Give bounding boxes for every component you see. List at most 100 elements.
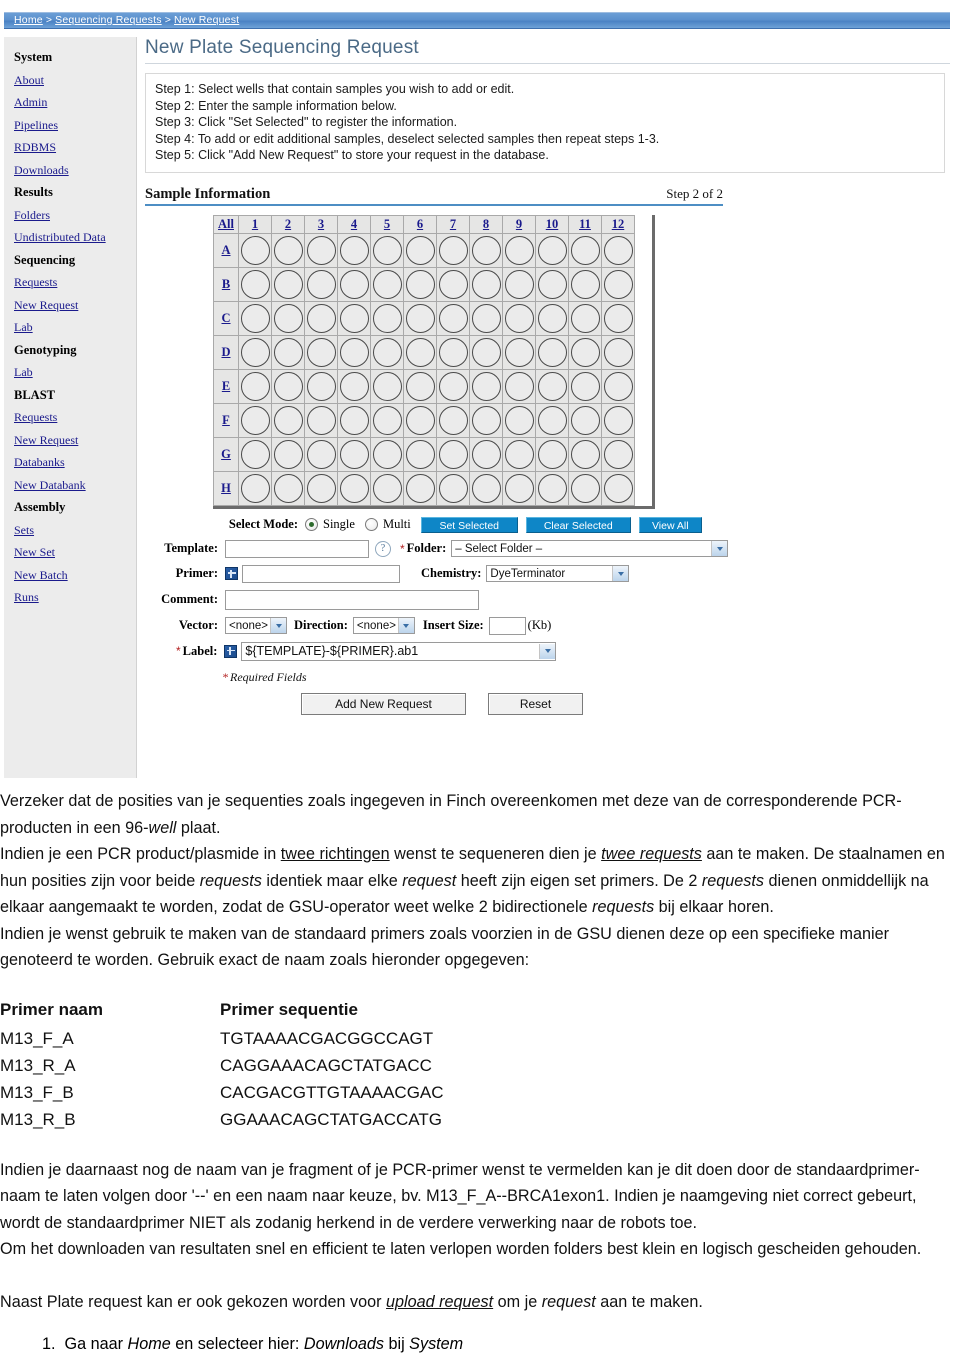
plate-col-header-8[interactable]: 8 <box>469 214 503 234</box>
plate-col-header-9[interactable]: 9 <box>502 214 536 234</box>
well-circle-icon[interactable] <box>504 337 534 367</box>
well-circle-icon[interactable] <box>438 405 468 435</box>
well-circle-icon[interactable] <box>372 235 402 265</box>
plate-col-header-5[interactable]: 5 <box>370 214 404 234</box>
direction-select[interactable]: <none> <box>352 617 415 635</box>
plate-well-H5[interactable] <box>370 470 404 506</box>
plate-well-A7[interactable] <box>436 232 470 268</box>
well-circle-icon[interactable] <box>471 337 501 367</box>
well-circle-icon[interactable] <box>471 439 501 469</box>
sidebar-item-rdbms[interactable]: RDBMS <box>14 136 136 159</box>
well-circle-icon[interactable] <box>438 337 468 367</box>
sidebar-item-sets[interactable]: Sets <box>14 519 136 542</box>
plate-well-A3[interactable] <box>304 232 338 268</box>
vector-select[interactable]: <none> <box>225 617 287 635</box>
plate-col-header-10[interactable]: 10 <box>535 214 569 234</box>
plate-row-label[interactable]: F <box>222 413 230 427</box>
plate-well-C3[interactable] <box>304 300 338 336</box>
plate-col-header-6[interactable]: 6 <box>403 214 437 234</box>
plate-well-C4[interactable] <box>337 300 371 336</box>
well-circle-icon[interactable] <box>504 303 534 333</box>
plate-well-A11[interactable] <box>568 232 602 268</box>
plate-row-header-G[interactable]: G <box>213 436 239 472</box>
chevron-down-icon[interactable] <box>612 566 629 582</box>
sidebar-item-blast-requests[interactable]: Requests <box>14 406 136 429</box>
plate-row-header-F[interactable]: F <box>213 402 239 438</box>
well-circle-icon[interactable] <box>537 269 567 299</box>
plate-well-F6[interactable] <box>403 402 437 438</box>
sidebar-item-sequencing-new-request[interactable]: New Request <box>14 294 136 317</box>
well-circle-icon[interactable] <box>405 235 435 265</box>
plate-row-header-A[interactable]: A <box>213 232 239 268</box>
reset-button[interactable]: Reset <box>488 692 583 715</box>
plate-well-F3[interactable] <box>304 402 338 438</box>
well-circle-icon[interactable] <box>306 235 336 265</box>
plate-well-E8[interactable] <box>469 368 503 404</box>
help-icon[interactable]: ? <box>375 540 391 557</box>
well-circle-icon[interactable] <box>603 371 633 401</box>
well-circle-icon[interactable] <box>273 303 303 333</box>
plate-well-E2[interactable] <box>271 368 305 404</box>
plate-well-G10[interactable] <box>535 436 569 472</box>
plate-well-D1[interactable] <box>238 334 272 370</box>
plate-well-F1[interactable] <box>238 402 272 438</box>
plate-well-B4[interactable] <box>337 266 371 302</box>
plate-well-G11[interactable] <box>568 436 602 472</box>
well-circle-icon[interactable] <box>273 269 303 299</box>
plate-row-label[interactable]: G <box>221 447 231 461</box>
plate-well-F4[interactable] <box>337 402 371 438</box>
well-circle-icon[interactable] <box>405 337 435 367</box>
comment-input[interactable] <box>225 589 479 610</box>
plate-well-E7[interactable] <box>436 368 470 404</box>
plate-col-label[interactable]: 4 <box>351 217 357 231</box>
well-circle-icon[interactable] <box>570 303 600 333</box>
plate-row-header-E[interactable]: E <box>213 368 239 404</box>
plate-col-header-3[interactable]: 3 <box>304 214 338 234</box>
plate-row-label[interactable]: D <box>221 345 230 359</box>
well-circle-icon[interactable] <box>306 371 336 401</box>
plate-well-D5[interactable] <box>370 334 404 370</box>
well-circle-icon[interactable] <box>438 235 468 265</box>
well-circle-icon[interactable] <box>471 473 501 503</box>
chevron-down-icon[interactable] <box>397 618 414 634</box>
plate-well-A9[interactable] <box>502 232 536 268</box>
plate-well-D4[interactable] <box>337 334 371 370</box>
plate-col-label[interactable]: 7 <box>450 217 456 231</box>
plate-well-E3[interactable] <box>304 368 338 404</box>
plate-well-H10[interactable] <box>535 470 569 506</box>
well-circle-icon[interactable] <box>339 337 369 367</box>
plate-col-label[interactable]: 11 <box>579 217 591 231</box>
well-circle-icon[interactable] <box>570 371 600 401</box>
plate-col-label[interactable]: 2 <box>285 217 291 231</box>
plate-well-F10[interactable] <box>535 402 569 438</box>
plate-well-B10[interactable] <box>535 266 569 302</box>
plate-col-label[interactable]: 3 <box>318 217 324 231</box>
plate-row-header-H[interactable]: H <box>213 470 239 506</box>
well-circle-icon[interactable] <box>339 303 369 333</box>
plate-well-A8[interactable] <box>469 232 503 268</box>
well-circle-icon[interactable] <box>405 439 435 469</box>
plate-well-C1[interactable] <box>238 300 272 336</box>
well-circle-icon[interactable] <box>504 235 534 265</box>
sidebar-item-runs[interactable]: Runs <box>14 586 136 609</box>
plate-well-G3[interactable] <box>304 436 338 472</box>
well-circle-icon[interactable] <box>405 371 435 401</box>
well-circle-icon[interactable] <box>339 371 369 401</box>
plate-select-all-header[interactable]: All <box>213 214 239 234</box>
plate-col-header-11[interactable]: 11 <box>568 214 602 234</box>
plate-well-H3[interactable] <box>304 470 338 506</box>
well-circle-icon[interactable] <box>504 439 534 469</box>
plate-well-H4[interactable] <box>337 470 371 506</box>
well-circle-icon[interactable] <box>372 371 402 401</box>
plate-col-header-4[interactable]: 4 <box>337 214 371 234</box>
plate-col-header-2[interactable]: 2 <box>271 214 305 234</box>
well-circle-icon[interactable] <box>504 405 534 435</box>
well-circle-icon[interactable] <box>504 269 534 299</box>
plate-well-B12[interactable] <box>601 266 635 302</box>
plate-well-E10[interactable] <box>535 368 569 404</box>
plate-well-C8[interactable] <box>469 300 503 336</box>
plate-well-F9[interactable] <box>502 402 536 438</box>
plate-row-label[interactable]: H <box>221 481 231 495</box>
plate-row-label[interactable]: E <box>222 379 230 393</box>
well-circle-icon[interactable] <box>603 337 633 367</box>
